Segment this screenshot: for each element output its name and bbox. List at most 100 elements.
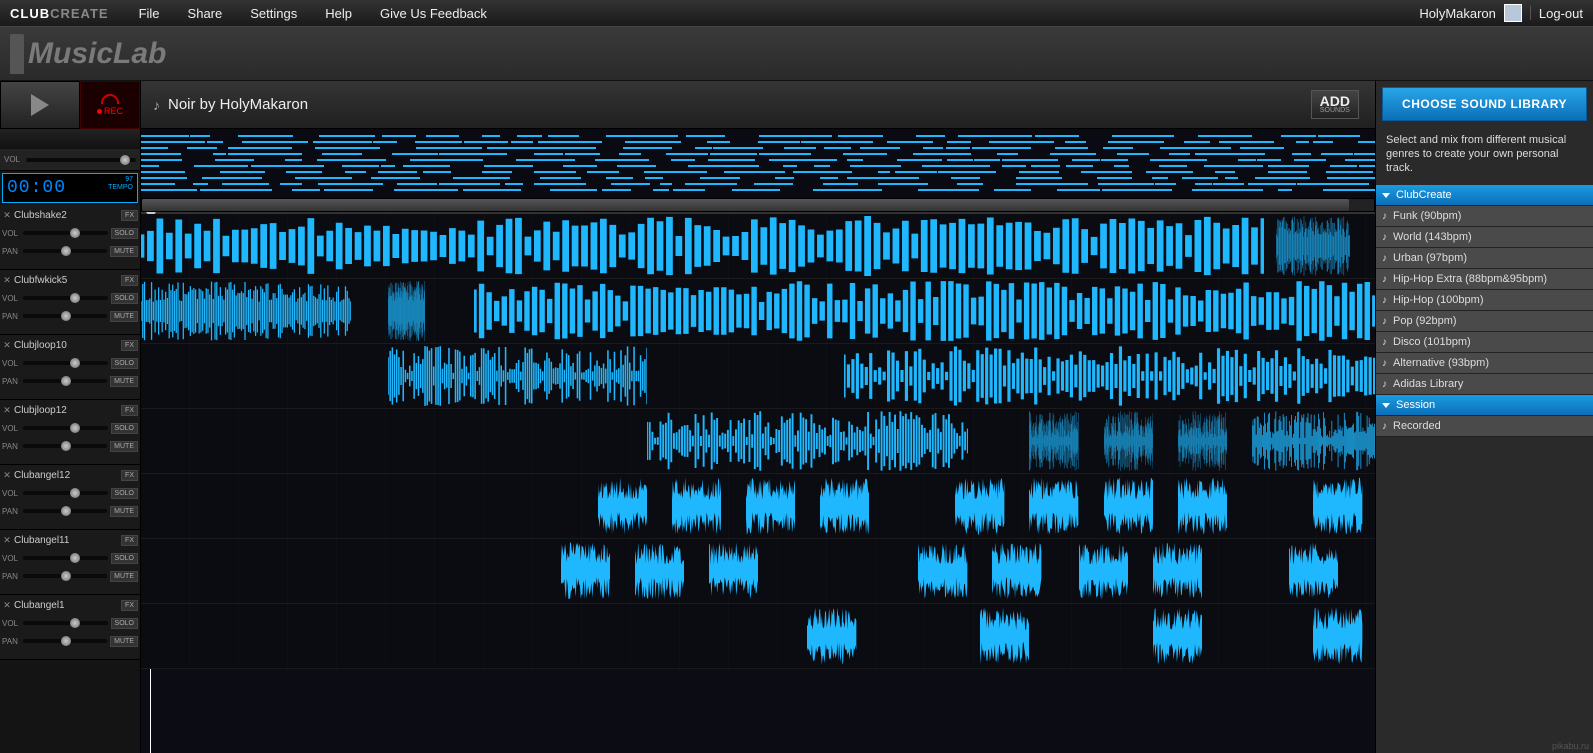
track-vol-slider[interactable] xyxy=(23,231,108,235)
track-name[interactable]: Clubjloop12 xyxy=(14,405,119,416)
audio-clip[interactable] xyxy=(388,346,647,406)
library-genre-item[interactable]: ♪World (143bpm) xyxy=(1376,227,1593,248)
track-vol-slider[interactable] xyxy=(23,426,108,430)
track-solo-button[interactable]: SOLO xyxy=(111,293,138,304)
audio-clip[interactable] xyxy=(918,541,967,601)
audio-clip[interactable] xyxy=(709,541,758,601)
track-pan-slider[interactable] xyxy=(23,379,107,383)
audio-clip[interactable] xyxy=(1029,476,1078,536)
track-fx-button[interactable]: FX xyxy=(121,210,138,221)
track-vol-slider[interactable] xyxy=(23,491,108,495)
track-mute-button[interactable]: MUTE xyxy=(110,506,138,517)
library-genre-item[interactable]: ♪Hip-Hop Extra (88bpm&95bpm) xyxy=(1376,269,1593,290)
track-solo-button[interactable]: SOLO xyxy=(111,488,138,499)
audio-clip[interactable] xyxy=(844,346,1375,406)
audio-clip[interactable] xyxy=(955,476,1004,536)
arranger-lane[interactable] xyxy=(141,539,1375,604)
audio-clip[interactable] xyxy=(388,281,425,341)
track-name[interactable]: Clubjloop10 xyxy=(14,340,119,351)
arranger-lane[interactable] xyxy=(141,409,1375,474)
audio-clip[interactable] xyxy=(980,606,1029,666)
username-label[interactable]: HolyMakaron xyxy=(1419,6,1496,21)
track-fx-button[interactable]: FX xyxy=(121,340,138,351)
track-solo-button[interactable]: SOLO xyxy=(111,228,138,239)
side-tab[interactable] xyxy=(10,34,24,74)
track-mute-button[interactable]: MUTE xyxy=(110,311,138,322)
audio-clip[interactable] xyxy=(635,541,684,601)
track-close-button[interactable]: ✕ xyxy=(2,340,12,350)
track-pan-slider[interactable] xyxy=(23,639,107,643)
library-genre-item[interactable]: ♪Hip-Hop (100bpm) xyxy=(1376,290,1593,311)
track-close-button[interactable]: ✕ xyxy=(2,535,12,545)
track-close-button[interactable]: ✕ xyxy=(2,210,12,220)
track-fx-button[interactable]: FX xyxy=(121,470,138,481)
library-genre-item[interactable]: ♪Pop (92bpm) xyxy=(1376,311,1593,332)
menu-file[interactable]: File xyxy=(139,6,160,21)
audio-clip[interactable] xyxy=(1178,476,1227,536)
track-close-button[interactable]: ✕ xyxy=(2,275,12,285)
audio-clip[interactable] xyxy=(1153,606,1202,666)
track-name[interactable]: Clubangel1 xyxy=(14,600,119,611)
track-fx-button[interactable]: FX xyxy=(121,275,138,286)
record-button[interactable]: REC xyxy=(80,81,140,129)
library-genre-item[interactable]: ♪Urban (97bpm) xyxy=(1376,248,1593,269)
track-solo-button[interactable]: SOLO xyxy=(111,553,138,564)
track-vol-slider[interactable] xyxy=(23,361,108,365)
library-genre-item[interactable]: ♪Recorded xyxy=(1376,416,1593,437)
play-button[interactable] xyxy=(0,81,80,129)
audio-clip[interactable] xyxy=(141,281,351,341)
audio-clip[interactable] xyxy=(992,541,1041,601)
audio-clip[interactable] xyxy=(1276,216,1350,276)
track-name[interactable]: Clubshake2 xyxy=(14,210,119,221)
audio-clip[interactable] xyxy=(1313,606,1362,666)
choose-library-button[interactable]: CHOOSE SOUND LIBRARY xyxy=(1382,87,1587,121)
track-mute-button[interactable]: MUTE xyxy=(110,246,138,257)
add-sounds-button[interactable]: ADD SOUNDS xyxy=(1311,90,1359,119)
track-pan-slider[interactable] xyxy=(23,314,107,318)
track-mute-button[interactable]: MUTE xyxy=(110,636,138,647)
library-genre-item[interactable]: ♪Disco (101bpm) xyxy=(1376,332,1593,353)
logout-link[interactable]: Log-out xyxy=(1539,6,1583,21)
track-vol-slider[interactable] xyxy=(23,556,108,560)
audio-clip[interactable] xyxy=(647,411,968,471)
track-name[interactable]: Clubangel12 xyxy=(14,470,119,481)
library-section-header[interactable]: ClubCreate xyxy=(1376,185,1593,206)
audio-clip[interactable] xyxy=(1313,476,1362,536)
overview-lane[interactable] xyxy=(141,129,1375,214)
track-mute-button[interactable]: MUTE xyxy=(110,376,138,387)
library-genre-item[interactable]: ♪Adidas Library xyxy=(1376,374,1593,395)
library-genre-item[interactable]: ♪Funk (90bpm) xyxy=(1376,206,1593,227)
audio-clip[interactable] xyxy=(1153,541,1202,601)
audio-clip[interactable] xyxy=(1104,476,1153,536)
audio-clip[interactable] xyxy=(746,476,795,536)
arranger-lane[interactable] xyxy=(141,344,1375,409)
track-name[interactable]: Clubfwkick5 xyxy=(14,275,119,286)
track-name[interactable]: Clubangel11 xyxy=(14,535,119,546)
track-pan-slider[interactable] xyxy=(23,509,107,513)
track-fx-button[interactable]: FX xyxy=(121,600,138,611)
library-genre-item[interactable]: ♪Alternative (93bpm) xyxy=(1376,353,1593,374)
track-mute-button[interactable]: MUTE xyxy=(110,571,138,582)
audio-clip[interactable] xyxy=(672,476,721,536)
audio-clip[interactable] xyxy=(1104,411,1153,471)
audio-clip[interactable] xyxy=(1079,541,1128,601)
arranger-lane[interactable] xyxy=(141,474,1375,539)
track-close-button[interactable]: ✕ xyxy=(2,405,12,415)
audio-clip[interactable] xyxy=(474,281,1375,341)
track-fx-button[interactable]: FX xyxy=(121,405,138,416)
track-solo-button[interactable]: SOLO xyxy=(111,358,138,369)
avatar-icon[interactable] xyxy=(1504,4,1522,22)
track-close-button[interactable]: ✕ xyxy=(2,600,12,610)
master-vol-slider[interactable] xyxy=(26,158,136,162)
track-vol-slider[interactable] xyxy=(23,621,108,625)
track-pan-slider[interactable] xyxy=(23,249,107,253)
track-close-button[interactable]: ✕ xyxy=(2,470,12,480)
arranger-lane[interactable] xyxy=(141,604,1375,669)
audio-clip[interactable] xyxy=(1029,411,1078,471)
audio-clip[interactable] xyxy=(1252,411,1375,471)
audio-clip[interactable] xyxy=(561,541,610,601)
menu-share[interactable]: Share xyxy=(188,6,223,21)
track-mute-button[interactable]: MUTE xyxy=(110,441,138,452)
audio-clip[interactable] xyxy=(1178,411,1227,471)
audio-clip[interactable] xyxy=(820,476,869,536)
